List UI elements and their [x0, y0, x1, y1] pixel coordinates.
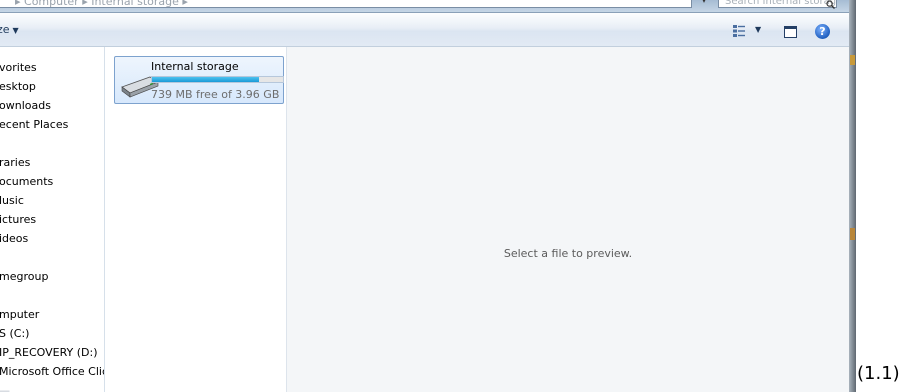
views-chevron-down-icon: ▼	[755, 25, 762, 34]
sidebar-item-favorites[interactable]: vorites	[0, 60, 37, 76]
sidebar-item-recent-places[interactable]: ecent Places	[0, 117, 68, 133]
organize-label: ze	[0, 23, 10, 36]
figure-caption: (1.1)	[857, 363, 900, 384]
drive-tile-internal-storage[interactable]: Internal storage 739 MB free of 3.96 GB	[114, 56, 284, 104]
view-options-icon	[733, 25, 745, 37]
sidebar-item-os-c[interactable]: S (C:)	[0, 326, 29, 342]
frame-accent-top	[850, 55, 855, 65]
sidebar-item-truncated[interactable]: —	[0, 383, 10, 392]
preview-message: Select a file to preview.	[503, 247, 633, 260]
change-view-button[interactable]: ▼	[733, 25, 767, 39]
frame-accent-bottom	[850, 228, 855, 240]
sidebar-item-downloads[interactable]: ownloads	[0, 98, 51, 114]
sidebar-item-libraries[interactable]: raries	[0, 155, 30, 171]
drive-usage-bar	[151, 76, 284, 83]
preview-pane-icon	[785, 27, 796, 29]
preview-pane: Select a file to preview.	[287, 47, 849, 392]
drive-free-space: 739 MB free of 3.96 GB	[151, 88, 280, 101]
sidebar-item-homegroup[interactable]: megroup	[0, 269, 48, 285]
sidebar-item-pictures[interactable]: ictures	[0, 212, 36, 228]
search-input[interactable]: Search Internal storage	[718, 0, 837, 8]
sidebar-item-computer[interactable]: mputer	[0, 307, 39, 323]
chevron-down-icon: ▼	[12, 26, 19, 35]
address-bar: ▸ Computer ▸ Internal storage ▸ ▾ Search…	[0, 0, 849, 13]
sidebar-item-desktop[interactable]: esktop	[0, 79, 36, 95]
organize-button[interactable]: ze▼	[0, 23, 19, 37]
sidebar-item-microsoft-office[interactable]: Microsoft Office Clic	[0, 364, 104, 380]
drive-name: Internal storage	[151, 60, 239, 73]
explorer-window: ▸ Computer ▸ Internal storage ▸ ▾ Search…	[0, 0, 856, 392]
preview-pane-button[interactable]	[784, 26, 797, 38]
command-bar: ze▼ ▼ ?	[0, 13, 849, 47]
help-button[interactable]: ?	[815, 24, 830, 39]
sidebar-item-music[interactable]: lusic	[0, 193, 24, 209]
address-path-field[interactable]: ▸ Computer ▸ Internal storage ▸	[0, 0, 692, 8]
sidebar-item-hp-recovery-d[interactable]: IP_RECOVERY (D:)	[0, 345, 98, 361]
sidebar-item-documents[interactable]: ocuments	[0, 174, 53, 190]
navigation-pane: vorites esktop ownloads ecent Places rar…	[0, 47, 104, 392]
sidebar-item-videos[interactable]: ideos	[0, 231, 28, 247]
drive-usage-fill	[152, 77, 260, 82]
address-dropdown-icon[interactable]: ▾	[694, 0, 714, 10]
search-icon[interactable]	[826, 0, 835, 12]
